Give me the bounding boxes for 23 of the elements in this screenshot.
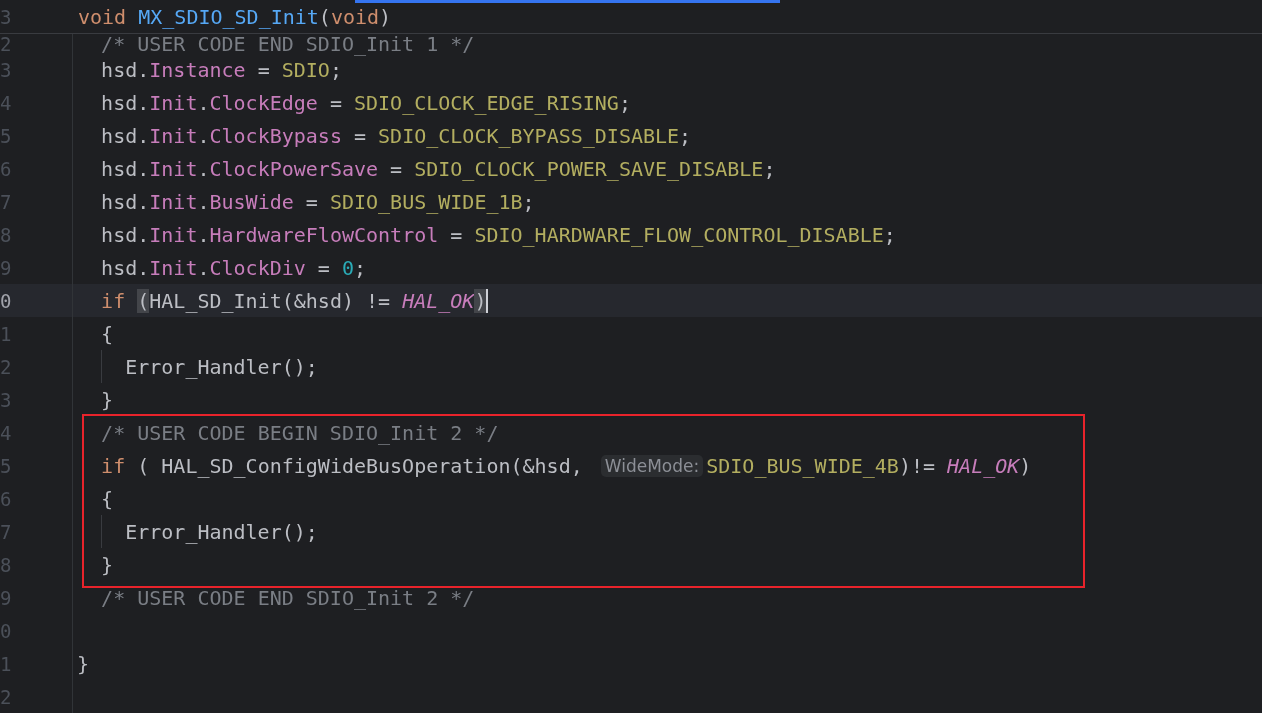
code-line: } <box>101 552 114 577</box>
code-line: hsd.Init.ClockBypass = SDIO_CLOCK_BYPASS_DISABLE; <box>101 123 692 148</box>
code-line: SDIO_BUS_WIDE_4B)!= HAL_OK) <box>706 453 1032 478</box>
code-line: hsd.Init.ClockPowerSave = SDIO_CLOCK_POWER_SAVE_DISABLE; <box>101 156 776 181</box>
code-line: hsd.Instance = SDIO; <box>101 57 342 82</box>
code-line: /* USER CODE BEGIN SDIO_Init 2 */ <box>101 420 499 445</box>
code-line: } <box>101 387 114 412</box>
code-line: Error_Handler(); <box>125 354 318 379</box>
code-line: if (HAL_SD_Init(&hsd) != HAL_OK) <box>101 288 487 313</box>
code-line: { <box>101 486 114 511</box>
code-line: hsd.Init.HardwareFlowControl = SDIO_HARDWARE_FLOW_CONTROL_DISABLE; <box>101 222 896 247</box>
code-line: /* USER CODE END SDIO_Init 1 */ <box>101 31 475 56</box>
code-line: if ( HAL_SD_ConfigWideBusOperation(&hsd, <box>101 453 584 478</box>
code-line: Error_Handler(); <box>125 519 318 544</box>
code-line: hsd.Init.BusWide = SDIO_BUS_WIDE_1B; <box>101 189 535 214</box>
code-line: hsd.Init.ClockEdge = SDIO_CLOCK_EDGE_RISING; <box>101 90 631 115</box>
code-line: { <box>101 321 114 346</box>
parameter-hint: WideMode: <box>600 454 704 477</box>
line-number: 0 <box>0 289 12 312</box>
code-line: } <box>77 651 90 676</box>
code-line: /* USER CODE END SDIO_Init 2 */ <box>101 585 475 610</box>
sticky-function-header[interactable]: void MX_SDIO_SD_Init(void) <box>78 4 392 29</box>
code-line: hsd.Init.ClockDiv = 0; <box>101 255 367 280</box>
